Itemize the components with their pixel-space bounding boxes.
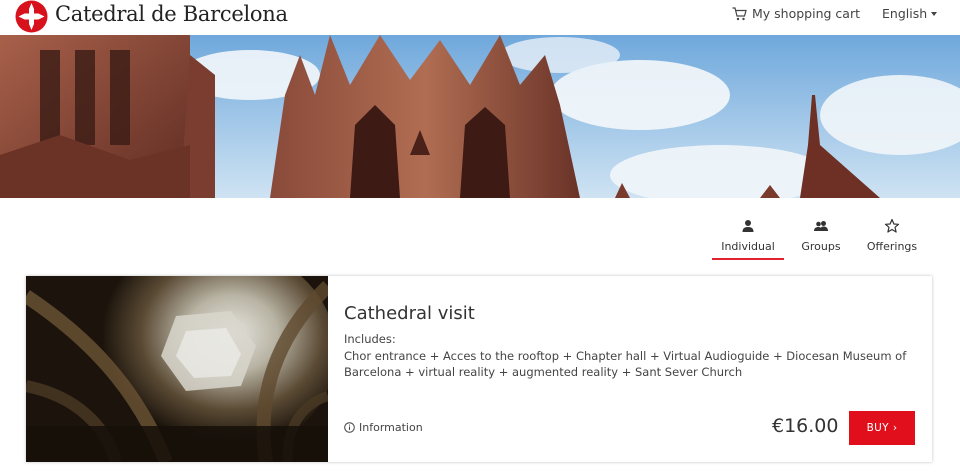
cathedral-facade-image xyxy=(0,35,960,198)
product-price: €16.00 xyxy=(772,415,839,437)
product-card: Cathedral visit Includes: Chor entrance … xyxy=(26,276,932,462)
includes-text: Chor entrance + Acces to the rooftop + C… xyxy=(344,349,907,379)
cart-label: My shopping cart xyxy=(752,6,860,21)
language-selector[interactable]: English xyxy=(882,6,938,21)
shopping-cart-icon xyxy=(732,6,747,20)
tab-label: Offerings xyxy=(866,240,918,253)
hero-banner xyxy=(0,35,960,198)
language-label: English xyxy=(882,6,928,21)
person-icon xyxy=(742,220,754,232)
tab-label: Groups xyxy=(801,240,841,253)
shopping-cart-link[interactable]: My shopping cart xyxy=(732,6,860,21)
info-icon xyxy=(344,422,355,433)
tab-label: Individual xyxy=(721,240,775,253)
star-icon xyxy=(884,218,900,233)
buy-button[interactable]: BUY › xyxy=(849,411,915,445)
site-header: Catedral de Barcelona My shopping cart E… xyxy=(0,0,960,35)
product-title: Cathedral visit xyxy=(344,303,475,324)
people-icon xyxy=(814,221,828,231)
visit-type-tabs: Individual Groups Offerings xyxy=(712,210,932,262)
tab-individual[interactable]: Individual xyxy=(712,210,784,260)
tab-groups[interactable]: Groups xyxy=(796,210,846,260)
site-brand[interactable]: Catedral de Barcelona xyxy=(55,2,288,26)
information-label: Information xyxy=(359,421,423,434)
chevron-down-icon xyxy=(931,12,938,16)
cross-logo-icon[interactable] xyxy=(14,0,49,33)
buy-label: BUY xyxy=(866,422,889,434)
information-link[interactable]: Information xyxy=(344,421,423,434)
chevron-right-icon: › xyxy=(892,422,898,434)
includes-label: Includes: xyxy=(344,332,396,346)
cathedral-interior-image xyxy=(26,276,328,462)
tab-offerings[interactable]: Offerings xyxy=(866,210,918,260)
